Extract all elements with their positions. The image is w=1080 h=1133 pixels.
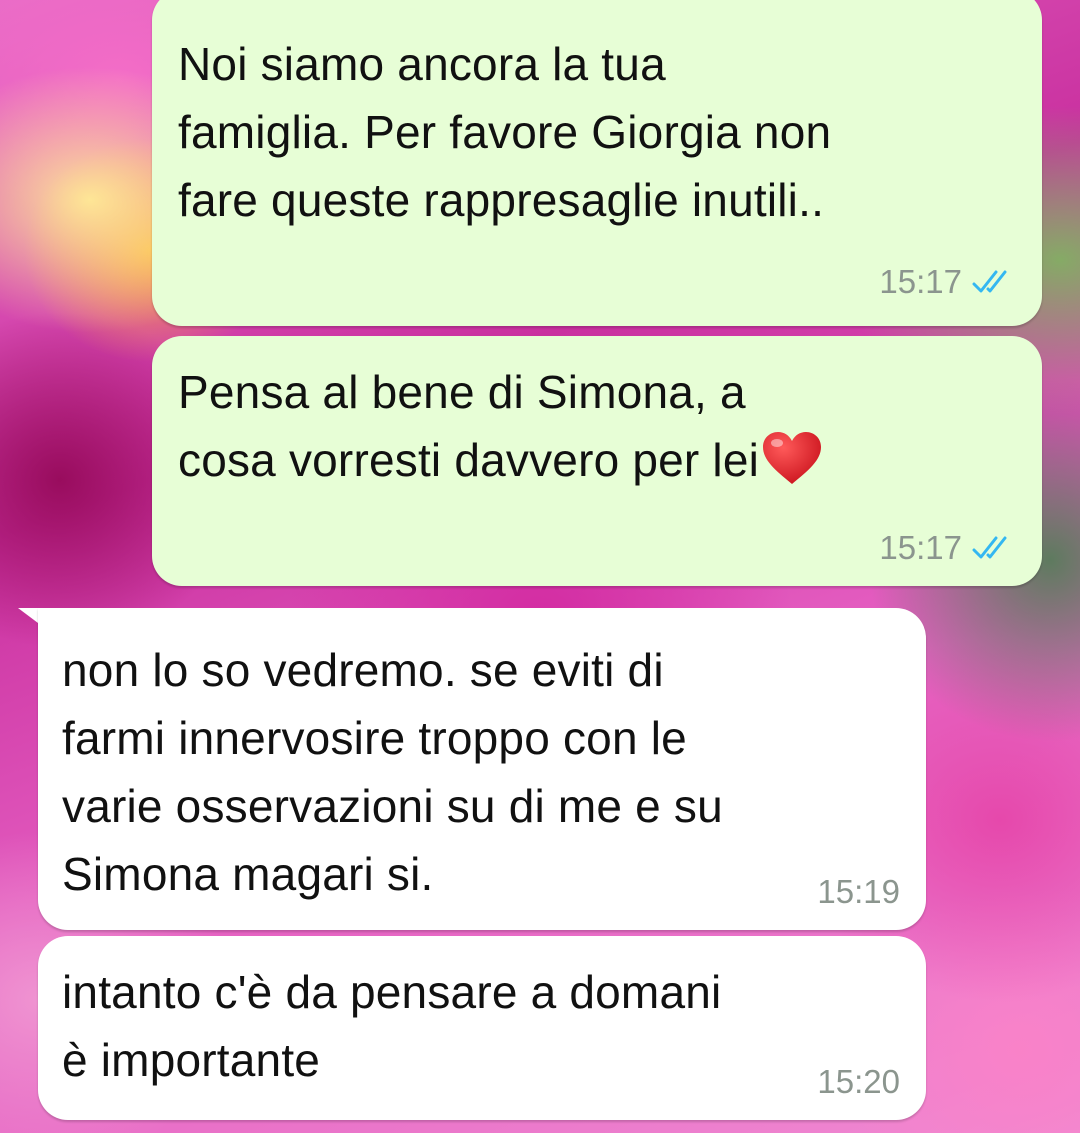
message-text-content: Pensa al bene di Simona, a cosa vorresti… [178,366,760,486]
read-double-check-icon [972,270,1007,293]
message-bubble-incoming[interactable]: intanto c'è da pensare a domani è import… [38,936,926,1120]
message-meta: 15:17 [879,262,1016,302]
message-bubble-outgoing[interactable]: Pensa al bene di Simona, a cosa vorresti… [152,336,1042,586]
message-meta: 15:19 [817,872,900,912]
message-text: intanto c'è da pensare a domani è import… [62,966,722,1086]
message-text: Pensa al bene di Simona, a cosa vorresti… [178,358,823,494]
message-bubble-outgoing[interactable]: Noi siamo ancora la tua famiglia. Per fa… [152,0,1042,326]
message-meta: 15:20 [817,1062,900,1102]
message-meta: 15:17 [879,528,1016,568]
message-time: 15:17 [879,529,962,566]
message-time: 15:20 [817,1063,900,1100]
red-heart-icon [763,432,822,484]
chat-background: Noi siamo ancora la tua famiglia. Per fa… [0,0,1080,1133]
message-text: Noi siamo ancora la tua famiglia. Per fa… [178,38,832,226]
message-time: 15:17 [879,263,962,300]
message-time: 15:19 [817,873,900,910]
read-double-check-icon [972,536,1007,559]
message-bubble-incoming[interactable]: non lo so vedremo. se eviti di farmi inn… [38,608,926,930]
message-text: non lo so vedremo. se eviti di farmi inn… [62,644,723,900]
